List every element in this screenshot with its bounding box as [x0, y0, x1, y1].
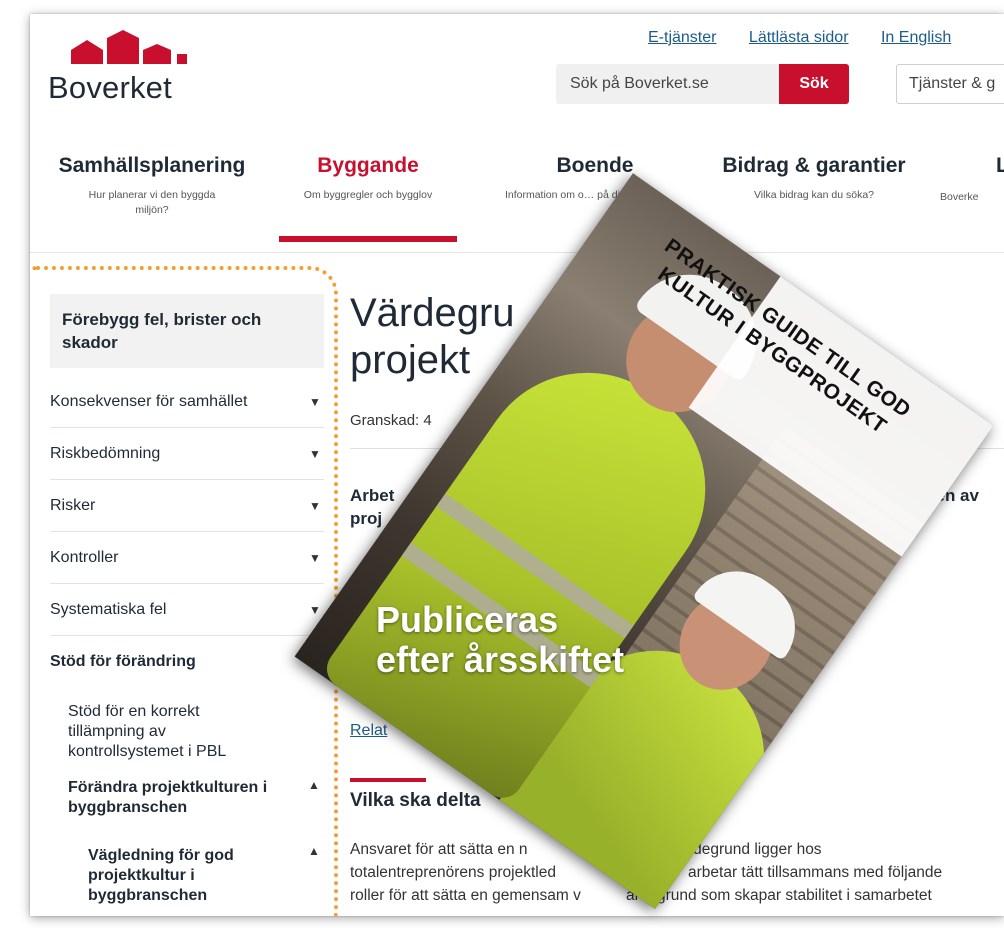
- page-title: Värdegru projekt: [350, 290, 515, 384]
- sidebar-item-label: Riskbedömning: [50, 444, 161, 462]
- sidebar-item-stod-for-forandring[interactable]: Stöd för förändring: [50, 636, 324, 688]
- nav-bidrag-garantier[interactable]: Bidrag & garantier Vilka bidrag kan du s…: [714, 154, 914, 203]
- nav-byggande[interactable]: Byggande Om byggregler och bygglov: [278, 154, 458, 203]
- nav-title: L: [996, 154, 1004, 177]
- section-heading: Vilka ska delta: [350, 790, 481, 811]
- link-lattlasta-sidor[interactable]: Lättlästa sidor: [749, 29, 849, 46]
- search-button[interactable]: Sök: [779, 64, 849, 104]
- sidebar-item-label: Stöd för förändring: [50, 653, 196, 670]
- body-text-fragment: ärdegrund som skapar stabilitet i samarb…: [626, 887, 932, 904]
- sidebar-item-label: Risker: [50, 496, 96, 514]
- nav-active-indicator: [279, 236, 457, 242]
- sidebar-subitem-stod-korrekt[interactable]: Stöd för en korrekt tillämpning av kontr…: [68, 702, 278, 762]
- chevron-down-icon[interactable]: ▼: [308, 395, 322, 409]
- nav-partial[interactable]: L Boverke: [940, 154, 1004, 205]
- link-in-english[interactable]: In English: [881, 29, 951, 46]
- sidebar-heading[interactable]: Förebygg fel, brister och skador: [50, 294, 324, 368]
- body-text-fragment: roller för att sätta en gemensam v: [350, 887, 581, 904]
- search-input[interactable]: Sök på Boverket.se: [556, 64, 781, 104]
- body-text-fragment: Ansvaret för att sätta en n: [350, 841, 528, 858]
- sidebar-subitem-forandra-projektkulturen[interactable]: Förändra projektkulturen i byggbranschen: [68, 778, 298, 818]
- poster-subtitle-line2: efter årsskiftet: [376, 639, 625, 680]
- section-accent-bar: [350, 778, 426, 782]
- boverket-logo[interactable]: [49, 28, 189, 64]
- nav-title: Samhällsplanering: [58, 154, 246, 177]
- sidebar-subitem-vagledning[interactable]: Vägledning för god projektkultur i byggb…: [88, 846, 288, 906]
- sidebar-item-label: Systematiska fel: [50, 600, 167, 618]
- top-links: E-tjänster Lättlästa sidor In English: [648, 29, 979, 47]
- nav-subtitle: Boverke: [940, 191, 979, 203]
- page-title-line1: Värdegru: [350, 291, 515, 335]
- sidebar-item-kontroller[interactable]: Kontroller ▼: [50, 532, 324, 584]
- sidebar-menu: Konsekvenser för samhället ▼ Riskbedömni…: [50, 376, 324, 688]
- chevron-down-icon[interactable]: ▼: [308, 447, 322, 461]
- nav-samhallsplanering[interactable]: Samhällsplanering Hur planerar vi den by…: [52, 154, 252, 218]
- nav-subtitle: Hur planerar vi den byggda miljön?: [88, 189, 216, 216]
- chevron-down-icon[interactable]: ▼: [308, 551, 322, 565]
- poster-subtitle-line1: Publiceras: [376, 599, 559, 640]
- nav-divider: [30, 252, 1004, 253]
- sidebar-item-konsekvenser[interactable]: Konsekvenser för samhället ▼: [50, 376, 324, 428]
- sidebar-item-label: Konsekvenser för samhället: [50, 392, 248, 410]
- nav-title: Byggande: [317, 154, 419, 177]
- reviewed-date: Granskad: 4: [350, 412, 432, 429]
- link-e-tjanster[interactable]: E-tjänster: [648, 29, 716, 46]
- services-select[interactable]: Tjänster & g: [896, 64, 1004, 104]
- sidebar-item-label: Kontroller: [50, 548, 119, 566]
- body-text-fragment: totalentreprenörens projektled: [350, 864, 556, 881]
- body-text-fragment: rdegrund ligger hos: [688, 841, 822, 858]
- chevron-up-icon[interactable]: ▲: [308, 778, 320, 792]
- nav-subtitle: Vilka bidrag kan du söka?: [753, 189, 875, 201]
- logo-text: Boverket: [48, 70, 172, 105]
- lead-text-left: Arbet: [350, 486, 395, 505]
- related-link[interactable]: Relat: [350, 722, 387, 740]
- nav-title: Bidrag & garantier: [722, 154, 906, 177]
- poster-subtitle: Publiceras efter årsskiftet: [376, 600, 624, 680]
- chevron-down-icon[interactable]: ▼: [308, 499, 322, 513]
- sidebar-item-risker[interactable]: Risker ▼: [50, 480, 324, 532]
- nav-subtitle: Om byggregler och bygglov: [303, 189, 433, 201]
- sidebar-item-systematiska-fel[interactable]: Systematiska fel ▼: [50, 584, 324, 636]
- chevron-up-icon[interactable]: ▲: [308, 844, 320, 858]
- chevron-down-icon[interactable]: ▼: [308, 603, 322, 617]
- sidebar-item-riskbedomning[interactable]: Riskbedömning ▼: [50, 428, 324, 480]
- logo-houses-icon: [71, 30, 187, 64]
- body-text-fragment: arbetar tätt tillsammans med följande: [688, 864, 943, 881]
